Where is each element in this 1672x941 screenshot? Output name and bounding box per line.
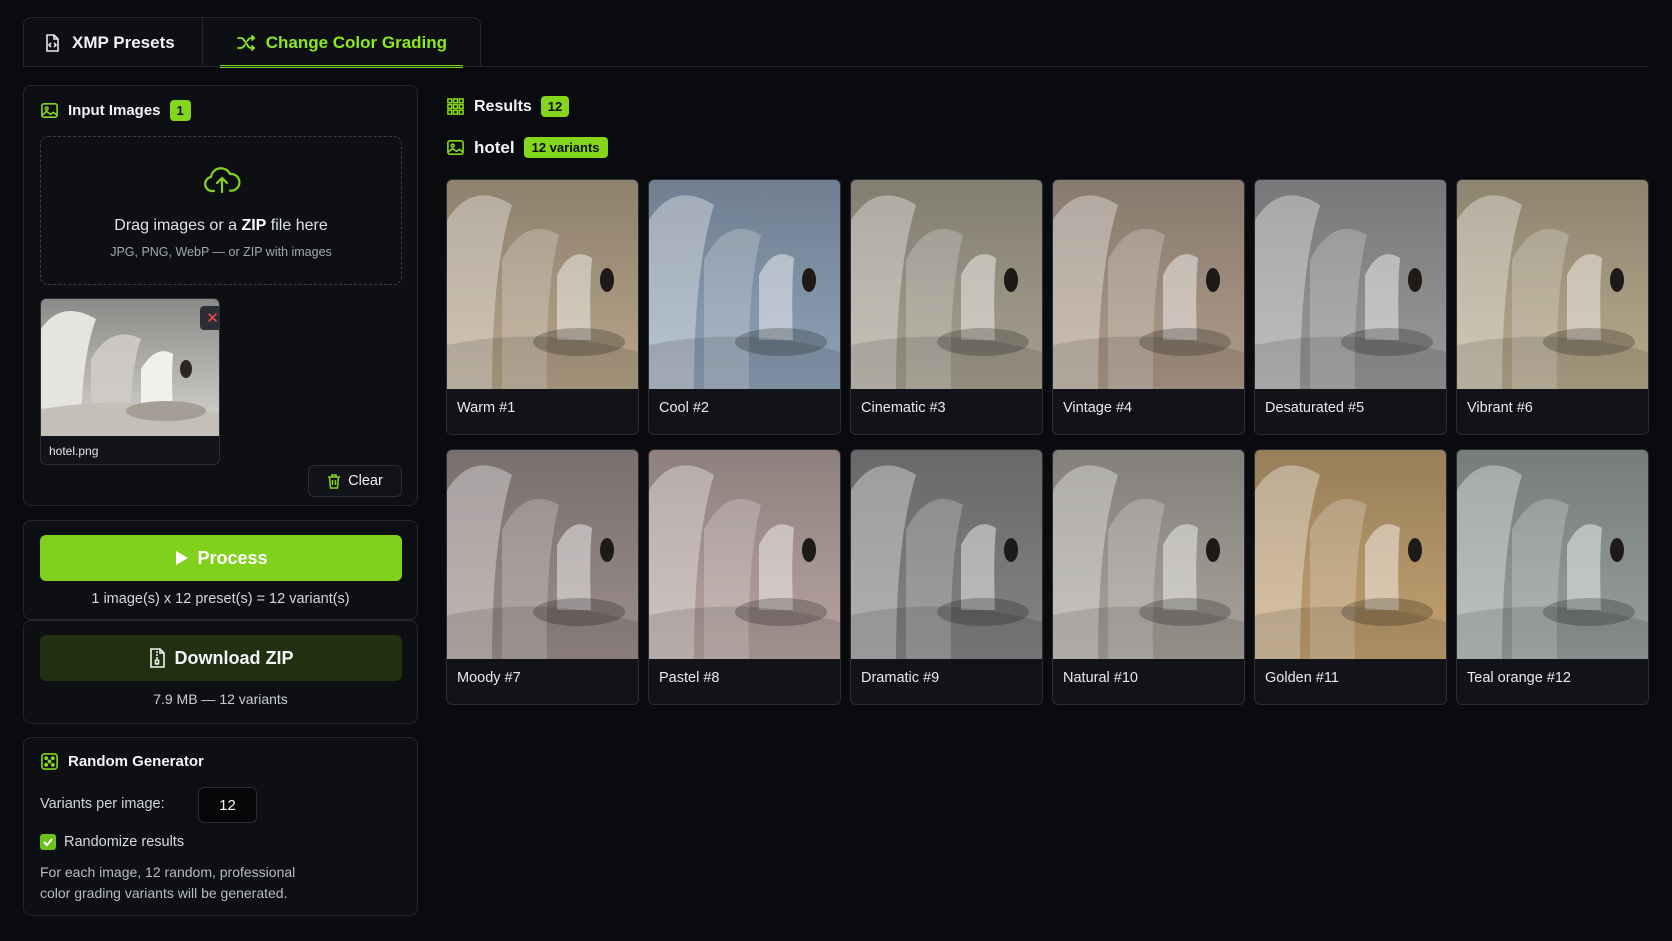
grid-icon	[447, 98, 464, 115]
dropzone-hint: JPG, PNG, WebP — or ZIP with images	[110, 245, 332, 259]
result-thumbnail	[1053, 180, 1244, 389]
result-thumbnail	[447, 180, 638, 389]
result-thumbnail	[1255, 450, 1446, 659]
result-thumbnail	[649, 450, 840, 659]
randomize-label: Randomize results	[64, 834, 185, 850]
group-name: hotel	[474, 137, 515, 157]
process-summary: 1 image(s) x 12 preset(s) = 12 variant(s…	[91, 591, 350, 607]
result-label: Pastel #8	[659, 670, 720, 686]
tab-change-color-grading[interactable]: Change Color Grading	[219, 18, 464, 68]
result-group-header: hotel 12 variants	[446, 137, 608, 158]
tab-label: XMP Presets	[72, 32, 175, 52]
process-label: Process	[197, 547, 268, 568]
result-thumbnail	[447, 450, 638, 659]
result-label: Cinematic #3	[861, 400, 946, 416]
result-label: Dramatic #9	[861, 670, 940, 686]
variants-per-image-label: Variants per image:	[40, 796, 165, 812]
input-images-header: Input Images 1	[40, 100, 191, 121]
dice-icon	[41, 753, 58, 770]
result-card[interactable]: Cinematic #3	[850, 179, 1043, 435]
result-thumbnail	[1457, 450, 1648, 659]
play-icon	[176, 551, 189, 565]
result-label: Vibrant #6	[1467, 400, 1533, 416]
clear-button[interactable]: Clear	[308, 465, 402, 497]
group-variants-badge: 12 variants	[523, 137, 608, 158]
input-count-badge: 1	[169, 100, 191, 121]
file-code-icon	[46, 33, 59, 52]
random-generator-header: Random Generator	[40, 752, 204, 771]
tab-xmp-presets[interactable]: XMP Presets	[24, 18, 203, 67]
mode-tabs: XMP Presets Change Color Grading	[23, 17, 482, 68]
shuffle-icon	[236, 34, 255, 51]
tab-divider	[23, 66, 1649, 67]
check-icon	[43, 838, 53, 847]
result-label: Desaturated #5	[1265, 400, 1365, 416]
cloud-upload-icon	[204, 167, 241, 194]
results-grid: Warm #1 Cool #2 Cinematic #3 Vintage #4 Desa…	[446, 179, 1649, 705]
download-zip-button[interactable]: Download ZIP	[40, 635, 402, 681]
result-card[interactable]: Pastel #8	[648, 449, 841, 705]
file-name: hotel.png	[49, 444, 99, 458]
image-icon	[41, 103, 58, 118]
clear-label: Clear	[348, 473, 383, 489]
file-dropzone[interactable]: Drag images or a ZIP file here JPG, PNG,…	[40, 136, 402, 285]
image-icon	[447, 140, 464, 155]
result-label: Moody #7	[457, 670, 521, 686]
result-thumbnail	[649, 180, 840, 389]
download-summary: 7.9 MB — 12 variants	[153, 691, 288, 707]
result-label: Teal orange #12	[1467, 670, 1571, 686]
panel-title: Random Generator	[68, 753, 204, 770]
result-card[interactable]: Cool #2	[648, 179, 841, 435]
result-card[interactable]: Vibrant #6	[1456, 179, 1649, 435]
result-card[interactable]: Moody #7	[446, 449, 639, 705]
results-count-badge: 12	[540, 96, 570, 117]
process-panel: Process 1 image(s) x 12 preset(s) = 12 v…	[23, 520, 418, 620]
random-generator-description: For each image, 12 random, professional …	[40, 864, 296, 901]
result-card[interactable]: Dramatic #9	[850, 449, 1043, 705]
result-label: Cool #2	[659, 400, 709, 416]
remove-file-button[interactable]: ✕	[200, 306, 219, 330]
trash-icon	[328, 473, 341, 489]
result-thumbnail	[851, 450, 1042, 659]
tab-label: Change Color Grading	[265, 32, 448, 52]
input-thumbnail	[41, 299, 219, 436]
result-card[interactable]: Desaturated #5	[1254, 179, 1447, 435]
download-label: Download ZIP	[174, 647, 294, 668]
result-label: Natural #10	[1063, 670, 1138, 686]
input-images-panel: Input Images 1 Drag images or a ZIP file…	[23, 85, 418, 506]
result-thumbnail	[1053, 450, 1244, 659]
file-zip-icon	[149, 648, 165, 668]
results-title: Results	[474, 97, 532, 115]
download-panel: Download ZIP 7.9 MB — 12 variants	[23, 620, 418, 724]
result-card[interactable]: Vintage #4	[1052, 179, 1245, 435]
close-icon: ✕	[206, 310, 219, 327]
result-label: Vintage #4	[1063, 400, 1133, 416]
result-thumbnail	[1255, 180, 1446, 389]
randomize-checkbox[interactable]	[40, 834, 56, 850]
result-thumbnail	[851, 180, 1042, 389]
result-thumbnail	[1457, 180, 1648, 389]
result-label: Golden #11	[1265, 670, 1339, 686]
randomize-checkbox-row[interactable]: Randomize results	[40, 834, 184, 850]
result-card[interactable]: Warm #1	[446, 179, 639, 435]
results-header: Results 12	[446, 96, 570, 117]
result-label: Warm #1	[457, 400, 516, 416]
result-card[interactable]: Natural #10	[1052, 449, 1245, 705]
result-card[interactable]: Golden #11	[1254, 449, 1447, 705]
panel-title: Input Images	[68, 102, 161, 119]
result-card[interactable]: Teal orange #12	[1456, 449, 1649, 705]
input-file-card: ✕ hotel.png	[40, 298, 220, 465]
random-generator-panel: Random Generator Variants per image: Ran…	[23, 737, 418, 916]
process-button[interactable]: Process	[40, 535, 402, 581]
dropzone-text: Drag images or a ZIP file here	[114, 217, 328, 234]
variants-per-image-input[interactable]	[198, 787, 257, 823]
